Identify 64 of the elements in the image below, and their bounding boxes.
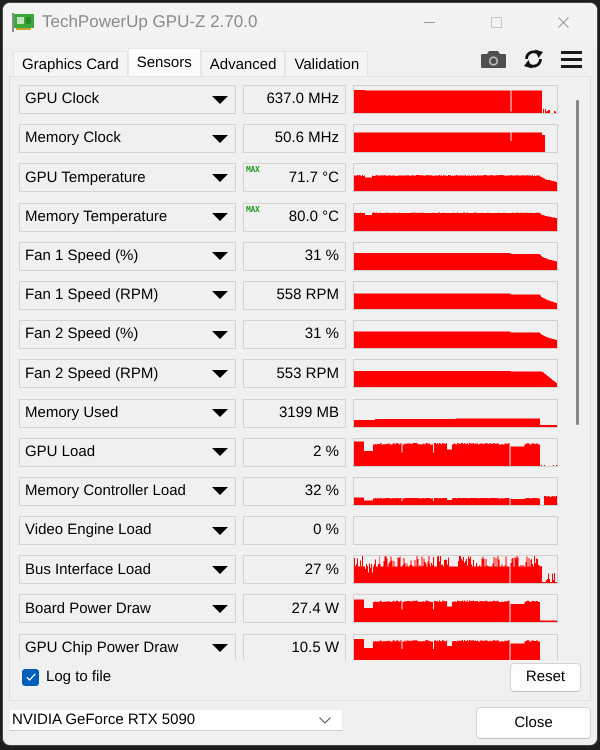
sensor-dropdown[interactable]: Fan 2 Speed (RPM) (19, 359, 236, 388)
chevron-down-icon (319, 716, 331, 724)
caret-icon (212, 644, 228, 652)
caret-icon (212, 134, 228, 143)
sensor-reading: 10.5 W (291, 638, 339, 658)
sensor-dropdown[interactable]: Fan 1 Speed (%) (19, 242, 236, 271)
gpu-select[interactable]: NVIDIA GeForce RTX 5090 (9, 709, 343, 731)
sensor-reading: 32 % (304, 481, 339, 502)
sensor-dropdown[interactable]: Video Engine Load (19, 516, 236, 546)
sensor-dropdown[interactable]: GPU Load (19, 438, 236, 467)
sensor-dropdown[interactable]: Fan 1 Speed (RPM) (19, 280, 236, 310)
caret-icon (212, 487, 228, 496)
sensor-reading: 27 % (304, 560, 339, 580)
camera-icon[interactable] (481, 50, 506, 68)
app-icon (12, 12, 34, 32)
scrollbar-thumb[interactable] (576, 100, 579, 425)
sensor-dropdown[interactable]: Fan 2 Speed (%) (19, 320, 236, 350)
caret-icon (212, 291, 228, 300)
window-title: TechPowerUp GPU-Z 2.70.0 (42, 11, 258, 34)
caret-icon (212, 370, 228, 378)
sensor-reading: 637.0 MHz (266, 89, 339, 110)
sensor-dropdown[interactable]: Memory Controller Load (19, 476, 236, 506)
tab[interactable]: Advanced (200, 51, 286, 76)
caret-icon (212, 526, 228, 535)
sensor-dropdown[interactable]: Board Power Draw (19, 594, 236, 624)
refresh-icon[interactable] (523, 49, 544, 69)
sensor-dropdown[interactable]: GPU Clock (19, 85, 236, 114)
max-label: MAX (246, 206, 260, 214)
sensor-reading: 31 % (304, 324, 339, 344)
sensor-reading: 31 % (304, 246, 339, 266)
sensor-reading: 71.7 °C (288, 168, 339, 188)
max-label: MAX (246, 166, 260, 174)
reset-button[interactable]: Reset (510, 662, 581, 692)
sensor-reading: 553 RPM (276, 364, 339, 384)
checkmark-icon (26, 673, 36, 681)
caret-icon (212, 409, 228, 417)
sensor-dropdown[interactable]: Memory Temperature (19, 202, 236, 232)
sensor-reading: 27.4 W (291, 598, 339, 619)
caret-icon (212, 213, 228, 222)
sensor-dropdown[interactable]: Memory Used (19, 398, 236, 428)
sensor-reading: 80.0 °C (288, 206, 339, 227)
menu-icon[interactable] (561, 50, 582, 68)
sensor-reading: 50.6 MHz (274, 128, 339, 148)
sensor-reading: 558 RPM (276, 285, 339, 306)
sensor-reading: 3199 MB (278, 402, 339, 423)
caret-icon (212, 330, 228, 339)
caret-icon (212, 448, 228, 456)
tab[interactable]: Graphics Card (13, 51, 128, 76)
caret-icon (212, 252, 228, 260)
sensor-reading: 0 % (313, 520, 339, 540)
sensor-dropdown[interactable]: GPU Chip Power Draw (19, 634, 236, 660)
caret-icon (212, 96, 228, 104)
caret-icon (212, 604, 228, 613)
checkbox-label[interactable]: Log to file (46, 666, 112, 688)
caret-icon (212, 566, 228, 574)
sensor-dropdown[interactable]: GPU Temperature (19, 163, 236, 192)
sensor-dropdown[interactable]: Bus Interface Load (19, 555, 236, 584)
tab[interactable]: Validation (285, 51, 368, 76)
tab[interactable]: Sensors (128, 48, 201, 76)
sensor-dropdown[interactable]: Memory Clock (19, 124, 236, 154)
close-button[interactable]: Close (476, 707, 591, 739)
log-checkbox[interactable] (22, 668, 39, 686)
caret-icon (212, 174, 228, 182)
sensor-reading: 2 % (313, 442, 339, 462)
